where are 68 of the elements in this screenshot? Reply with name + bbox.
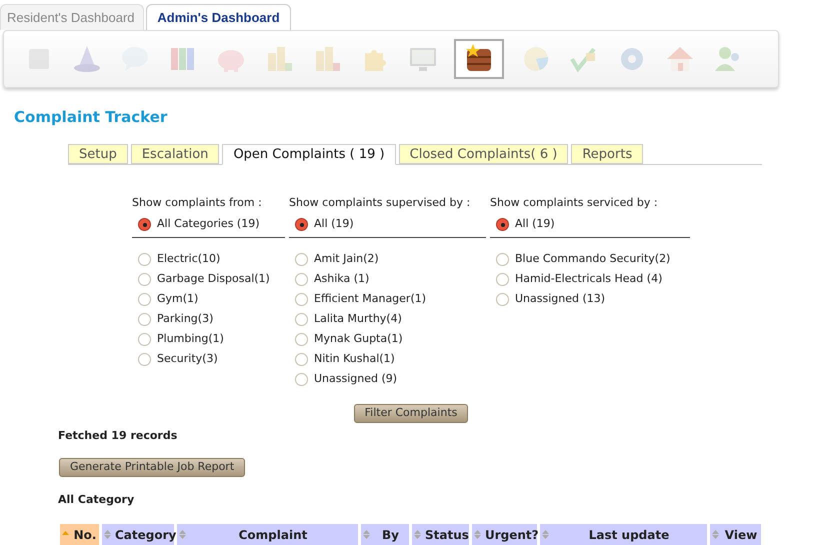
radio-button[interactable] (295, 333, 308, 346)
filter-heading: Show complaints supervised by : (289, 194, 470, 210)
dashboard-tab[interactable]: Admin's Dashboard (146, 4, 291, 30)
radio-label: Lalita Murthy(4) (314, 311, 402, 328)
radio-button[interactable] (496, 273, 509, 286)
tab[interactable]: Escalation (130, 144, 220, 164)
page-title: Complaint Tracker (14, 107, 168, 128)
radio-button[interactable] (496, 253, 509, 266)
radio-label: Gym(1) (157, 291, 198, 308)
radio-label: Hamid-Electricals Head (4) (515, 271, 662, 288)
column-header[interactable]: Urgent? (472, 524, 537, 545)
radio-label: Efficient Manager(1) (314, 291, 426, 308)
radio-button[interactable] (138, 313, 151, 326)
category-heading: All Category (58, 492, 134, 508)
tab[interactable]: Setup (68, 144, 128, 164)
sort-icon (363, 529, 370, 540)
radio-label: Unassigned (13) (515, 291, 606, 308)
radio-label: Garbage Disposal(1) (157, 271, 270, 288)
filter-heading: Show complaints from : (132, 194, 262, 210)
radio-label: All (19) (314, 216, 354, 232)
radio-label: Parking(3) (157, 311, 214, 328)
sort-icon (414, 529, 421, 540)
filter-heading: Show complaints serviced by : (490, 194, 658, 210)
tab[interactable]: Open Complaints ( 19 ) (222, 144, 396, 164)
radio-button[interactable] (295, 373, 308, 386)
radio-label: Electric(10) (157, 251, 220, 268)
filter-complaints-button[interactable]: Filter Complaints (354, 404, 468, 422)
radio-button[interactable] (295, 313, 308, 326)
radio-label: Amit Jain(2) (314, 251, 379, 268)
sort-icon (712, 529, 719, 540)
radio-button[interactable] (295, 353, 308, 366)
column-header[interactable]: Status (412, 524, 469, 545)
radio-button[interactable] (496, 218, 509, 231)
sort-icon (542, 529, 549, 540)
radio-button[interactable] (295, 253, 308, 266)
radio-button[interactable] (138, 273, 151, 286)
generate-report-button[interactable]: Generate Printable Job Report (59, 458, 246, 477)
radio-button[interactable] (295, 273, 308, 286)
column-header[interactable]: Category (102, 524, 174, 545)
radio-button[interactable] (138, 333, 151, 346)
radio-button[interactable] (138, 293, 151, 306)
radio-label: Blue Commando Security(2) (515, 251, 670, 268)
radio-label: Mynak Gupta(1) (314, 331, 403, 348)
sort-icon (104, 529, 111, 540)
tab[interactable]: Closed Complaints( 6 ) (398, 144, 568, 164)
radio-button[interactable] (295, 293, 308, 306)
radio-label: Nitin Kushal(1) (314, 351, 395, 368)
radio-label: All (19) (515, 216, 555, 232)
radio-label: Security(3) (157, 351, 218, 368)
column-header[interactable]: Complaint (177, 524, 358, 545)
tab[interactable]: Reports (571, 144, 644, 164)
column-header[interactable]: No. (60, 524, 99, 545)
radio-button[interactable] (138, 218, 151, 231)
record-count: Fetched 19 records (58, 428, 178, 444)
radio-label: Unassigned (9) (314, 371, 398, 388)
radio-button[interactable] (496, 293, 509, 306)
radio-label: Plumbing(1) (157, 331, 224, 348)
radio-label: Ashika (1) (314, 271, 370, 288)
column-header[interactable]: Last update (540, 524, 707, 545)
column-header[interactable]: By (361, 524, 409, 545)
column-header[interactable]: View (710, 524, 761, 545)
radio-button[interactable] (138, 253, 151, 266)
toolbar-button[interactable] (454, 39, 504, 79)
radio-button[interactable] (295, 218, 308, 231)
radio-button[interactable] (138, 353, 151, 366)
radio-label: All Categories (19) (157, 216, 260, 232)
sort-icon (474, 529, 481, 540)
sort-icon (179, 529, 186, 540)
